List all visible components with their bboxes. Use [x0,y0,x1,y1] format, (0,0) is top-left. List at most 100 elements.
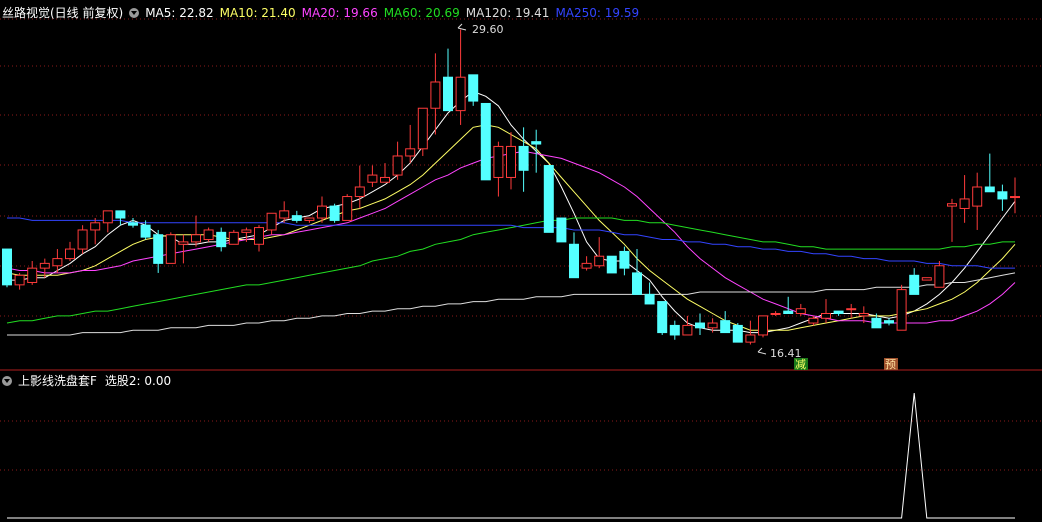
candle-body-up [392,155,403,176]
moving-average-lines [6,90,1016,336]
candle-body-down [984,186,995,193]
candle-body-up [934,265,945,288]
candle-body-up [846,308,857,311]
candle-body-down [556,217,567,243]
candle-body-down [468,74,479,102]
candle-body-up [90,222,101,231]
candle-body-up [65,248,75,260]
candle-body-up [795,308,806,314]
candle-body-up [354,186,365,198]
candle-body-down [833,310,844,314]
candle-body-down [909,274,920,295]
candle-body-up [405,148,416,157]
candle-body-up [972,186,983,207]
candle-body-down [720,320,731,334]
ma60-label: MA60: 20.69 [383,6,460,20]
candle-body-up [39,262,50,269]
candle-body-up [52,258,63,267]
low-arrow [757,347,767,355]
candle-body-down [669,324,680,336]
ma10-label: MA10: 21.40 [219,6,296,20]
candle-body-up [191,234,201,243]
candle-body-up [707,322,718,329]
candle-body-up [254,227,264,245]
candle-body-up [77,229,88,250]
candle-body-down [783,310,794,314]
high-arrow [457,23,467,31]
candle-body-up [947,203,957,207]
candle-body-up [165,234,176,264]
chart-canvas: 29.60 16.41 减 预 [0,18,1042,519]
ma120-label: MA120: 19.41 [465,6,550,20]
candle-body-down [695,322,705,329]
candle-body-up [745,334,756,343]
candle-body-up [896,289,907,331]
candle-body-up [506,145,516,178]
candle-body-down [531,141,542,145]
candle-body-up [342,196,353,221]
candle-body-up [921,277,932,281]
pre-tag: 预 [885,358,896,371]
candle-body-down [140,224,151,238]
candle-body-down [606,255,617,274]
candle-body-up [380,176,390,183]
candle-body-down [216,231,227,248]
candle-body-down [115,210,126,219]
candlesticks [2,29,1020,345]
candle-body-down [480,102,491,181]
ma-line-ma120 [7,272,1016,336]
candle-body-down [153,234,164,264]
candle-body-up [581,262,592,269]
ma20-label: MA20: 19.66 [301,6,378,20]
candle-body-down [871,317,882,329]
candle-body-up [279,210,290,219]
candle-body-down [2,248,12,286]
candle-body-down [569,243,579,279]
dropdown-icon[interactable] [2,376,12,386]
candle-body-up [455,76,466,112]
candle-body-down [884,320,894,324]
candle-body-up [417,107,428,150]
candle-body-up [758,315,768,336]
candle-body-down [997,191,1008,200]
indicator-value: 选股2: 0.00 [104,374,172,388]
ma5-label: MA5: 22.82 [145,6,214,20]
candle-body-up [102,210,113,224]
candle-body-up [304,217,315,221]
candle-body-down [443,76,453,112]
candle-body-up [430,81,441,109]
main-legend: 丝路视觉(日线 前复权) MA5: 22.82 MA10: 21.40 MA20: 1… [2,5,645,21]
candle-body-up [367,174,378,183]
chart-title: 丝路视觉(日线 前复权) [2,6,124,20]
candle-body-down [543,165,554,233]
candle-body-down [644,293,655,305]
candle-body-up [808,317,819,324]
candle-body-up [228,231,239,245]
candle-body-up [821,312,831,319]
price-annotations: 29.60 16.41 减 预 [457,23,898,371]
candle-body-down [632,272,642,295]
sell-tag: 减 [795,358,806,371]
indicator-plot [7,392,1015,519]
high-label: 29.60 [472,23,504,36]
candle-body-up [1010,196,1020,199]
ma250-label: MA250: 19.59 [555,6,640,20]
candle-body-up [203,229,214,241]
candle-body-up [493,145,504,178]
candle-body-down [518,145,529,171]
indicator-legend: 上影线洗盘套F 选股2: 0.00 [2,373,177,389]
candle-body-up [770,312,781,315]
candle-body-down [128,222,138,226]
dropdown-icon[interactable] [129,8,140,18]
candle-body-up [178,241,189,245]
candle-body-down [732,324,743,343]
candle-body-up [594,255,605,267]
candle-body-up [27,267,38,283]
candle-body-up [317,205,327,219]
indicator-title: 上影线洗盘套F [18,374,97,388]
candle-body-up [241,229,252,233]
candle-body-up [682,324,693,336]
candle-body-down [329,205,340,221]
candle-body-down [657,301,668,334]
candle-body-down [291,215,302,221]
